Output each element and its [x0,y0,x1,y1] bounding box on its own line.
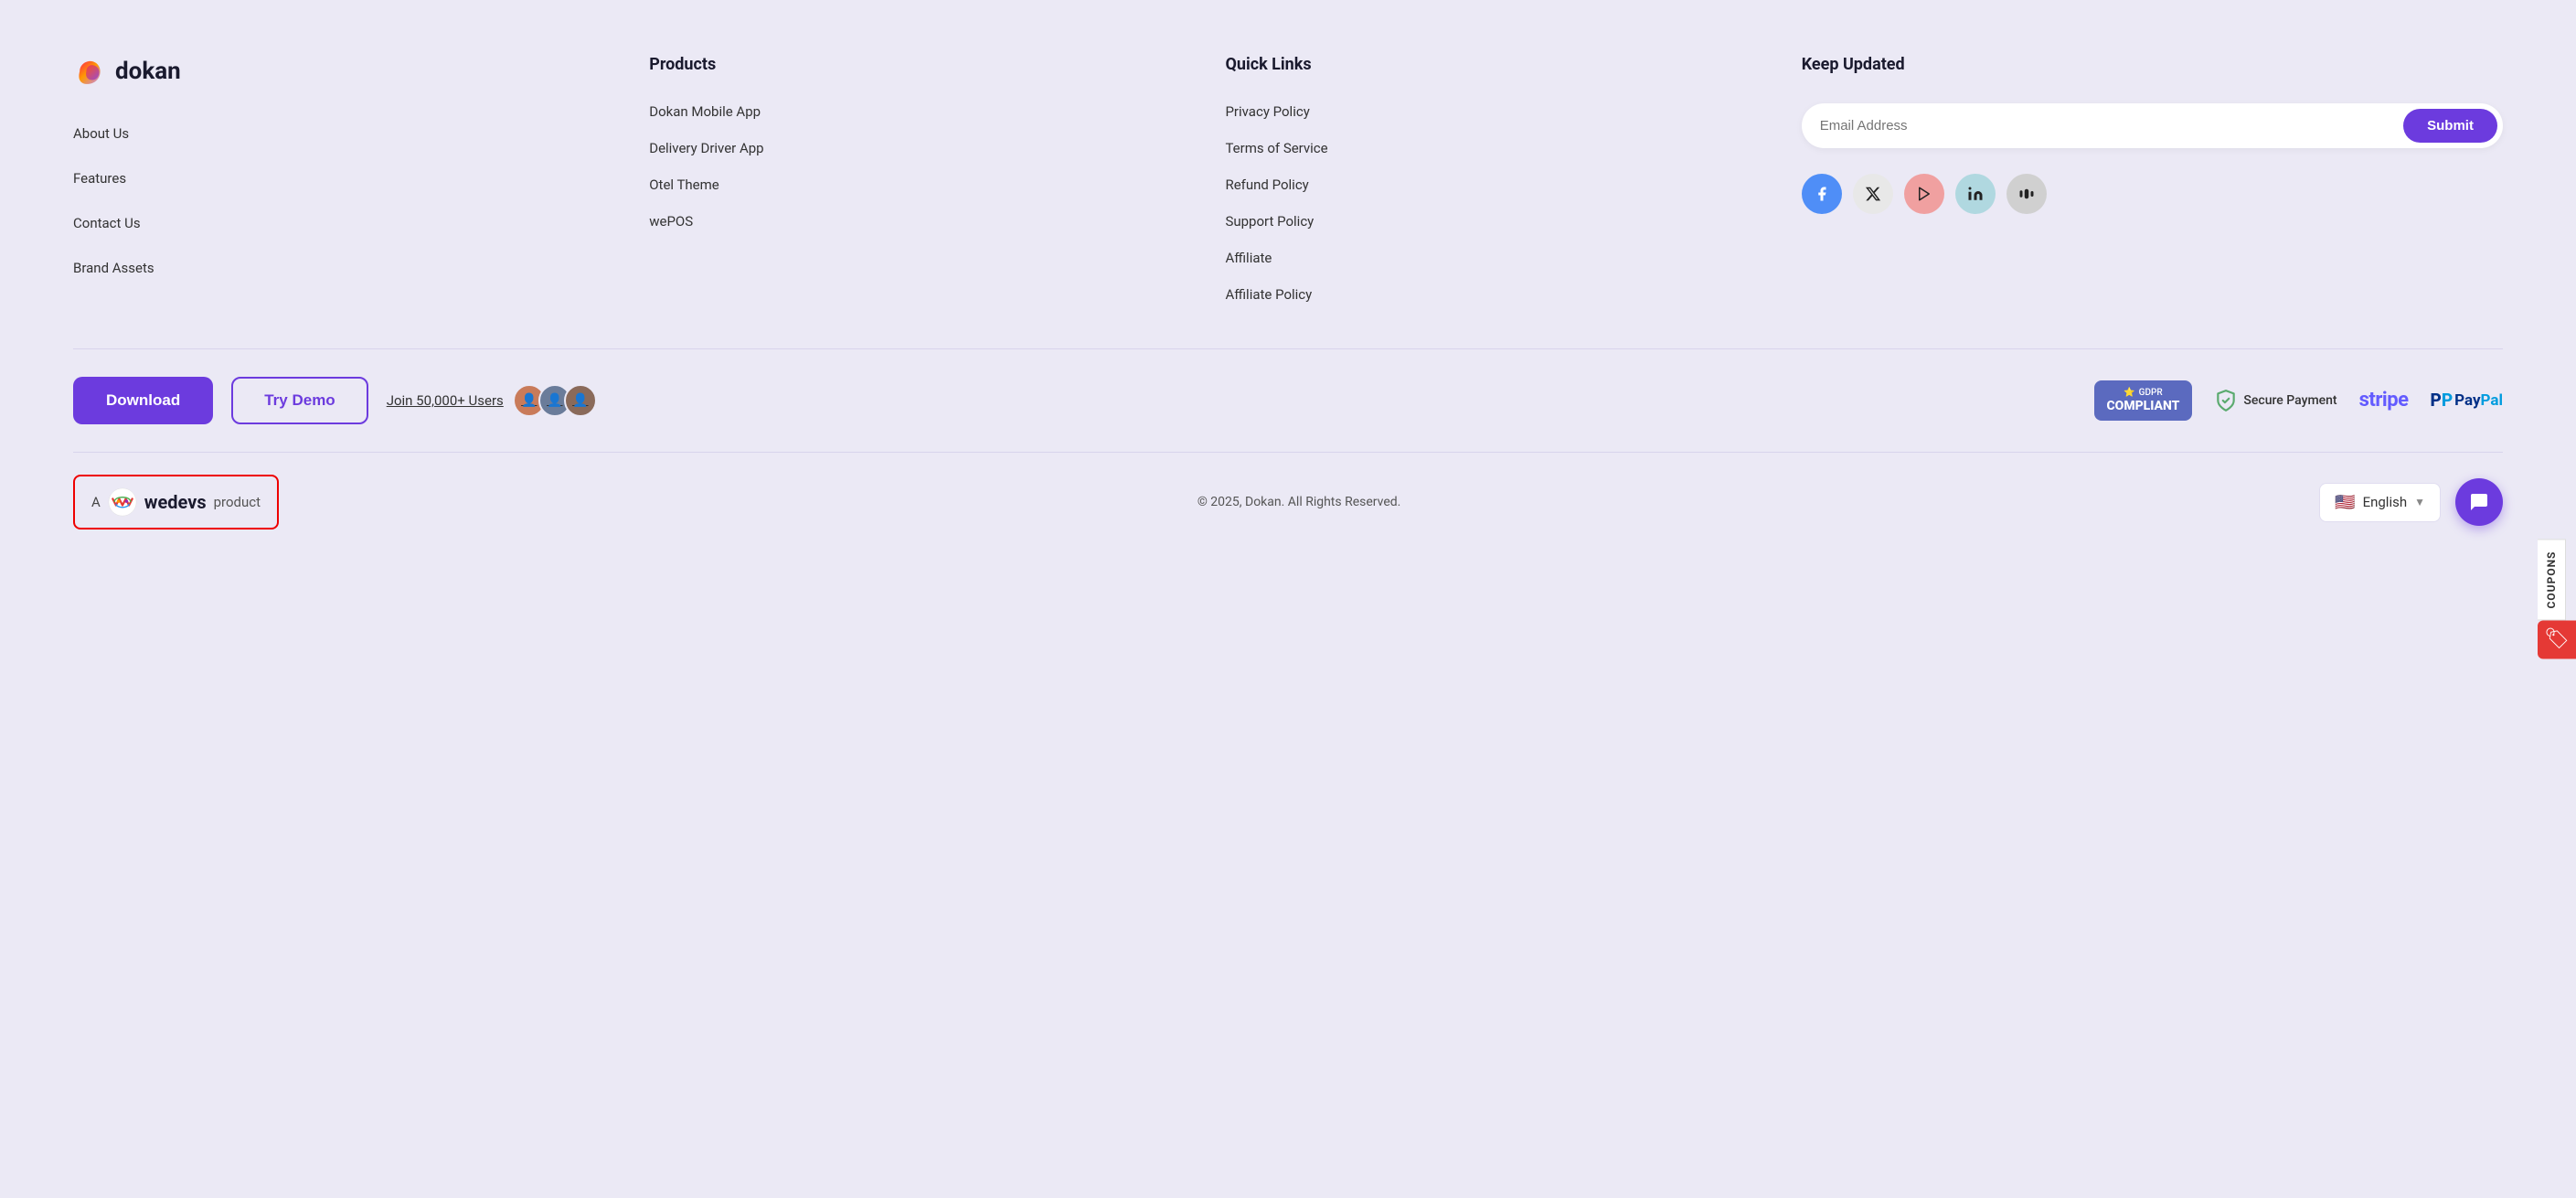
language-label: English [2363,494,2408,510]
chevron-down-icon: ▼ [2414,496,2425,508]
footer-top-grid: dokan About Us Features Contact Us Brand… [73,55,2503,348]
coupons-icon[interactable]: 🏷 [2538,620,2576,658]
nav-brand-assets[interactable]: Brand Assets [73,259,612,278]
user-avatars: 👤 👤 👤 [513,384,597,417]
coupons-tab[interactable]: COUPONS [2538,540,2566,621]
try-demo-button[interactable]: Try Demo [231,377,367,424]
product-delivery-driver-app[interactable]: Delivery Driver App [649,140,1188,156]
secure-payment-badge: Secure Payment [2214,389,2336,412]
nav-contact-us[interactable]: Contact Us [73,214,612,233]
download-button[interactable]: Download [73,377,213,424]
link-terms-of-service[interactable]: Terms of Service [1225,140,1764,156]
link-refund-policy[interactable]: Refund Policy [1225,176,1764,193]
link-affiliate[interactable]: Affiliate [1225,250,1764,266]
nav-features[interactable]: Features [73,169,612,188]
footer-bottom: A wedevs product © 2025, Dokan. All Righ… [73,452,2503,557]
youtube-icon[interactable] [1904,174,1944,214]
medium-icon[interactable] [2007,174,2047,214]
gdpr-main-text: COMPLIANT [2107,399,2180,414]
footer: dokan About Us Features Contact Us Brand… [0,0,2576,557]
language-selector[interactable]: 🇺🇸 English ▼ [2319,483,2441,522]
wedevs-logo-icon [108,487,137,517]
facebook-icon[interactable] [1802,174,1842,214]
email-form: Submit [1802,103,2503,148]
quick-links-header: Quick Links [1225,55,1764,74]
paypal-logo: P P Pay Pal [2431,390,2504,411]
nav-about-us[interactable]: About Us [73,124,612,144]
main-nav-links: About Us Features Contact Us Brand Asset… [73,124,612,278]
join-users-link[interactable]: Join 50,000+ Users 👤 👤 👤 [387,384,597,417]
product-dokan-mobile-app[interactable]: Dokan Mobile App [649,103,1188,120]
linkedin-icon[interactable] [1955,174,1996,214]
gdpr-top-text: ⭐ GDPR [2124,388,2162,399]
logo-nav-column: dokan About Us Features Contact Us Brand… [73,55,612,303]
products-header: Products [649,55,1188,74]
bottom-right-actions: 🇺🇸 English ▼ [2319,478,2503,526]
social-icons-row [1802,174,2503,214]
chat-button[interactable] [2455,478,2503,526]
flag-icon: 🇺🇸 [2335,493,2355,512]
keep-updated-header: Keep Updated [1802,55,2503,74]
submit-button[interactable]: Submit [2403,109,2497,143]
dokan-logo-icon [73,55,106,88]
join-users-text: Join 50,000+ Users [387,392,504,409]
stripe-logo: stripe [2359,389,2409,412]
cta-bar: Download Try Demo Join 50,000+ Users 👤 👤… [73,348,2503,452]
wedevs-name-text: wedevs [144,491,207,513]
products-links: Dokan Mobile App Delivery Driver App Ote… [649,103,1188,230]
copyright-text: © 2025, Dokan. All Rights Reserved. [1198,495,1401,509]
brand-logo-text: dokan [115,58,181,85]
link-support-policy[interactable]: Support Policy [1225,213,1764,230]
trust-badges: ⭐ GDPR COMPLIANT Secure Payment stripe P… [2094,380,2504,422]
user-avatar-3: 👤 [564,384,597,417]
gdpr-badge: ⭐ GDPR COMPLIANT [2094,380,2193,422]
link-affiliate-policy[interactable]: Affiliate Policy [1225,286,1764,303]
wedevs-prefix: A [91,494,101,510]
secure-payment-label: Secure Payment [2243,393,2336,408]
quick-links-column: Quick Links Privacy Policy Terms of Serv… [1225,55,1764,303]
quick-links-links: Privacy Policy Terms of Service Refund P… [1225,103,1764,303]
twitter-x-icon[interactable] [1853,174,1893,214]
products-column: Products Dokan Mobile App Delivery Drive… [649,55,1188,303]
logo-row: dokan [73,55,612,88]
keep-updated-column: Keep Updated Submit [1802,55,2503,303]
chat-icon [2468,491,2490,513]
product-wepos[interactable]: wePOS [649,213,1188,230]
wedevs-suffix-text: product [214,494,261,510]
shield-check-icon [2214,389,2238,412]
coupons-sidebar: COUPONS 🏷 [2538,540,2576,659]
link-privacy-policy[interactable]: Privacy Policy [1225,103,1764,120]
email-input[interactable] [1820,118,2403,134]
product-otel-theme[interactable]: Otel Theme [649,176,1188,193]
wedevs-brand-box: A wedevs product [73,475,279,529]
